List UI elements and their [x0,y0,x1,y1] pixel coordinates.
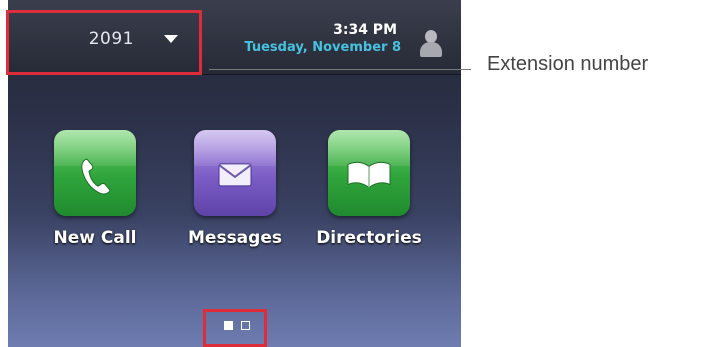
directories-app[interactable]: Directories [310,130,428,248]
callout-line [209,69,471,70]
new-call-app[interactable]: New Call [36,130,154,248]
envelope-icon [218,163,252,187]
messages-label: Messages [188,228,282,248]
phone-icon [81,158,111,195]
user-icon[interactable] [420,30,442,58]
clock-time: 3:34 PM [333,22,397,38]
messages-app[interactable]: Messages [176,130,294,248]
messages-tile[interactable] [194,130,276,216]
pager-highlight-box [203,309,267,347]
directories-label: Directories [316,228,422,248]
extension-highlight-box [6,10,202,75]
new-call-tile[interactable] [54,130,136,216]
book-icon [347,161,391,189]
directories-tile[interactable] [328,130,410,216]
clock-date: Tuesday, November 8 [244,40,401,55]
callout-label: Extension number [487,53,649,75]
new-call-label: New Call [53,228,137,248]
